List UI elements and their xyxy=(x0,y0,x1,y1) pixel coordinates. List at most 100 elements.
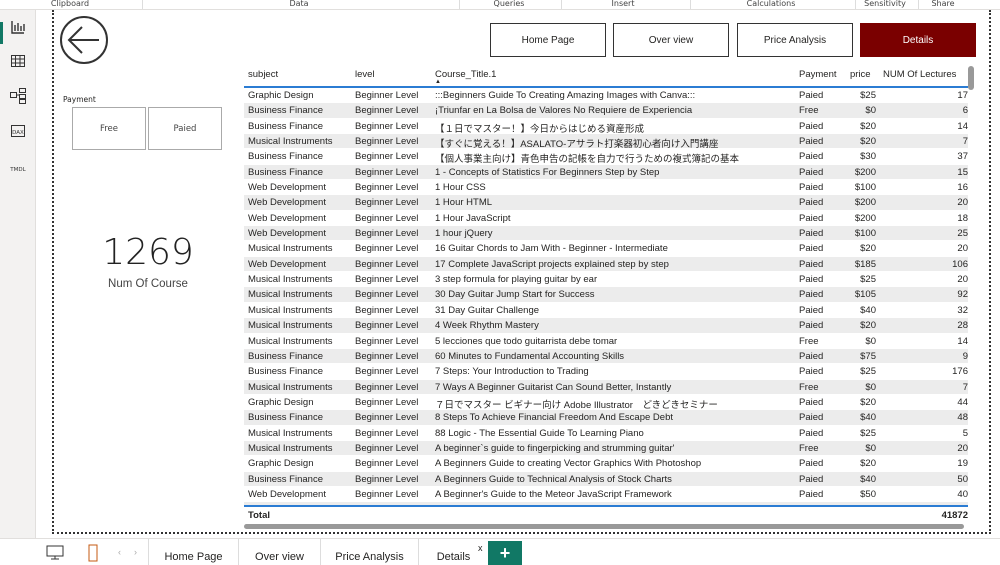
column-header-price[interactable]: price xyxy=(850,69,871,80)
ribbon-group-data[interactable]: Data xyxy=(289,0,308,8)
table-row[interactable]: Web Development Beginner Level 1 Hour HTML… xyxy=(244,195,968,211)
desktop-icon[interactable] xyxy=(46,545,64,561)
cell-level: Beginner Level xyxy=(355,258,419,270)
table-row[interactable]: Business Finance Beginner Level 60 Minutes… xyxy=(244,348,968,365)
cell-subject: Musical Instruments xyxy=(248,335,333,347)
cell-level: Beginner Level xyxy=(355,105,419,117)
table-row[interactable]: Web Development Beginner Level 17 Complete… xyxy=(244,256,968,273)
table-row[interactable]: Musical Instruments Beginner Level 88 Logi… xyxy=(244,426,968,441)
cell-price: $25 xyxy=(860,274,876,286)
ribbon-group-insert[interactable]: Insert xyxy=(612,0,635,8)
cell-subject: Web Development xyxy=(248,212,326,224)
table-row[interactable]: Musical Instruments Beginner Level A begin… xyxy=(244,440,968,457)
ribbon-group-queries[interactable]: Queries xyxy=(494,0,525,8)
active-view-indicator xyxy=(0,22,3,44)
page-tab-bar: ‹ › Home Page Over view Price Analysis D… xyxy=(0,538,1000,565)
details-button[interactable]: Details xyxy=(860,23,976,57)
cell-payment: Paied xyxy=(799,320,824,332)
cell-course-title: 17 Complete JavaScript projects explaine… xyxy=(435,258,669,270)
table-row[interactable]: Musical Instruments Beginner Level 3 step … xyxy=(244,272,968,288)
table-row[interactable]: Musical Instruments Beginner Level 7 Ways … xyxy=(244,379,968,395)
cell-level: Beginner Level xyxy=(355,120,419,132)
table-row[interactable]: Graphic Design Beginner Level A Beginners … xyxy=(244,456,968,472)
ribbon-group-share[interactable]: Share xyxy=(931,0,954,8)
table-row[interactable]: Musical Instruments Beginner Level 16 Guit… xyxy=(244,241,968,257)
cell-subject: Business Finance xyxy=(248,166,323,178)
column-header-course-title[interactable]: Course_Title.1 xyxy=(435,69,795,80)
cell-level: Beginner Level xyxy=(355,473,419,485)
bar-chart-icon[interactable] xyxy=(8,18,28,36)
home-page-button[interactable]: Home Page xyxy=(490,23,606,57)
cell-course-title: 8 Steps To Achieve Financial Freedom And… xyxy=(435,412,673,424)
tab-scroll-left-icon[interactable]: ‹ xyxy=(118,547,121,557)
cell-payment: Paied xyxy=(799,458,824,470)
view-sidebar: DAX TMDL xyxy=(0,10,36,538)
tab-over-view[interactable]: Over view xyxy=(238,539,320,565)
table-icon[interactable] xyxy=(8,52,28,70)
table-row[interactable]: Web Development Beginner Level A Beginner'… xyxy=(244,487,968,503)
table-row[interactable]: Business Finance Beginner Level ¡Triunfar … xyxy=(244,103,968,119)
overview-button[interactable]: Over view xyxy=(613,23,729,57)
cell-level: Beginner Level xyxy=(355,458,419,470)
ribbon-group-sensitivity[interactable]: Sensitivity xyxy=(864,0,906,8)
cell-payment: Free xyxy=(799,442,819,454)
close-tab-icon[interactable]: x xyxy=(478,543,483,553)
dax-icon[interactable]: DAX xyxy=(8,122,28,140)
table-row[interactable]: Graphic Design Beginner Level:::Beginners… xyxy=(244,88,968,104)
cell-subject: Musical Instruments xyxy=(248,274,333,286)
tmdl-label: TMDL xyxy=(10,167,26,173)
slicer-option-free[interactable]: Free xyxy=(72,107,146,150)
mobile-icon[interactable] xyxy=(88,544,98,562)
table-row[interactable]: Musical Instruments Beginner Level 5 lecci… xyxy=(244,334,968,349)
table-row[interactable]: Web Development Beginner Level 1 Hour CSS P… xyxy=(244,180,968,196)
cell-payment: Paied xyxy=(799,151,824,163)
table-header: subject level Course_Title.1 ▲ Payment p… xyxy=(244,66,968,88)
cell-subject: Business Finance xyxy=(248,120,323,132)
ribbon-group-calculations[interactable]: Calculations xyxy=(747,0,796,8)
cell-level: Beginner Level xyxy=(355,182,419,194)
slicer-option-paied[interactable]: Paied xyxy=(148,107,222,150)
column-header-subject[interactable]: subject xyxy=(248,69,353,80)
cell-subject: Graphic Design xyxy=(248,458,314,470)
cell-level: Beginner Level xyxy=(355,274,419,286)
table-row[interactable]: Musical Instruments Beginner Level 4 Week … xyxy=(244,318,968,334)
table-row[interactable]: Business Finance Beginner Level A Beginner… xyxy=(244,471,968,487)
table-row[interactable]: Musical Instruments Beginner Level 31 Day … xyxy=(244,303,968,319)
table-row[interactable]: Business Finance Beginner Level 1 - Concep… xyxy=(244,164,968,181)
model-icon[interactable] xyxy=(8,87,28,105)
column-header-level[interactable]: level xyxy=(355,69,433,80)
table-row[interactable]: Web Development Beginner Level 1 hour jQue… xyxy=(244,226,968,242)
table-row[interactable]: Business Finance Beginner Level 【個人事業主向け】青… xyxy=(244,149,968,165)
column-header-lectures[interactable]: NUM Of Lectures xyxy=(883,69,956,80)
table-row[interactable]: Business Finance Beginner Level 【１日でマスター！】… xyxy=(244,119,968,135)
table-row[interactable]: Business Finance Beginner Level 8 Steps To… xyxy=(244,410,968,426)
cell-subject: Musical Instruments xyxy=(248,442,333,454)
price-analysis-button[interactable]: Price Analysis xyxy=(737,23,853,57)
table-row[interactable]: Business Finance Beginner Level 7 Steps: Y… xyxy=(244,364,968,380)
ribbon-group-clipboard[interactable]: Clipboard xyxy=(51,0,89,8)
column-header-payment[interactable]: Payment xyxy=(799,69,837,80)
tab-price-analysis[interactable]: Price Analysis xyxy=(320,539,418,565)
tmdl-icon[interactable]: TMDL xyxy=(8,158,28,176)
cell-payment: Paied xyxy=(799,166,824,178)
vertical-scrollbar[interactable] xyxy=(968,66,974,90)
cell-course-title: 3 step formula for playing guitar by ear xyxy=(435,274,598,286)
cell-level: Beginner Level xyxy=(355,381,419,393)
cell-price: $25 xyxy=(860,427,876,439)
add-page-button[interactable]: + xyxy=(488,541,522,565)
cell-lectures: 25 xyxy=(957,228,968,240)
table-row[interactable]: Graphic Design Beginner Level ７日でマスター ビギナー… xyxy=(244,395,968,411)
tab-home-page[interactable]: Home Page xyxy=(148,539,238,565)
cell-lectures: 9 xyxy=(962,350,968,362)
table-row[interactable]: Musical Instruments Beginner Level 30 Day … xyxy=(244,287,968,303)
back-button[interactable] xyxy=(60,16,108,64)
cell-lectures: 20 xyxy=(957,442,968,454)
horizontal-scrollbar[interactable] xyxy=(244,524,964,529)
tab-scroll-right-icon[interactable]: › xyxy=(134,547,137,557)
num-of-course-value: 1269 xyxy=(102,232,194,273)
cell-course-title: 4 Week Rhythm Mastery xyxy=(435,320,539,332)
cell-lectures: 6 xyxy=(962,105,968,117)
table-row[interactable]: Web Development Beginner Level 1 Hour Java… xyxy=(244,211,968,227)
cell-lectures: 15 xyxy=(957,166,968,178)
table-row[interactable]: Musical Instruments Beginner Level 【すぐに覚える… xyxy=(244,134,968,150)
